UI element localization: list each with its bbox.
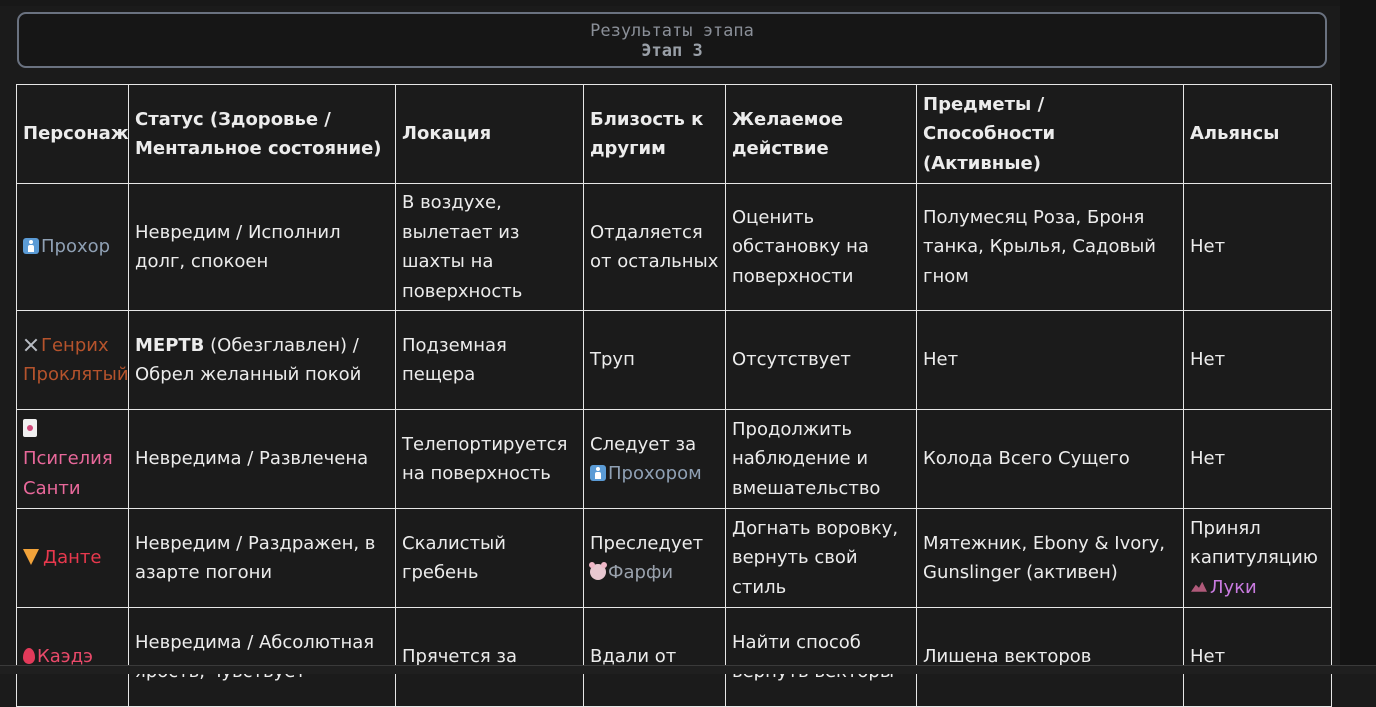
stage-results-header: Результаты этапа Этап 3 xyxy=(17,12,1327,68)
items-cell: Лишена векторов xyxy=(916,607,1184,707)
items-cell: Нет xyxy=(916,310,1184,410)
mouse-icon xyxy=(589,562,607,580)
person-icon xyxy=(23,238,39,255)
location-cell: Подземная пещера xyxy=(395,310,584,410)
crossed-swords-icon xyxy=(23,337,39,353)
header-stage: Этап 3 xyxy=(641,41,703,61)
character-name: Псигелия Санти xyxy=(23,448,113,499)
items-cell: Полумесяц Роза, Броня танка, Крылья, Сад… xyxy=(916,183,1184,311)
table-row: Данте Невредим / Раздражен, в азарте пог… xyxy=(16,508,1332,608)
proximity-text: Преследует xyxy=(590,532,704,554)
column-header-alliances: Альянсы xyxy=(1183,84,1332,184)
pizza-icon xyxy=(23,549,39,566)
character-cell: Прохор xyxy=(16,183,129,311)
alliance-target-name: Луки xyxy=(1210,576,1257,598)
column-header-character: Персонаж xyxy=(16,84,129,184)
table-row: Прохор Невредим / Исполнил долг, спокоен… xyxy=(16,183,1332,311)
action-cell: Оценить обстановку на поверхности xyxy=(725,183,917,311)
action-cell: Отсутствует xyxy=(725,310,917,410)
location-cell: В воздухе, вылетает из шахты на поверхно… xyxy=(395,183,584,311)
proximity-target-name: Прохором xyxy=(608,463,702,484)
column-header-location: Локация xyxy=(395,84,584,184)
column-header-action: Желаемое действие xyxy=(725,84,917,184)
proximity-cell: Преследует Фарфи xyxy=(583,508,726,608)
action-cell: Продолжить наблюдение и вмешательство xyxy=(725,409,917,509)
character-cell: Каэдэ xyxy=(16,607,129,707)
character-cell: Данте xyxy=(16,508,129,608)
status-dead-label: МЕРТВ xyxy=(135,334,205,356)
card-icon xyxy=(23,418,37,437)
top-toolbar-strip xyxy=(0,0,1376,6)
results-table: Персонаж Статус (Здоровье / Ментальное с… xyxy=(16,84,1332,707)
proximity-cell: Вдали от xyxy=(583,607,726,707)
items-cell: Мятежник, Ebony & Ivory, Gunslinger (акт… xyxy=(916,508,1184,608)
location-cell: Телепортируется на поверхность xyxy=(395,409,584,509)
alliances-cell: Нет xyxy=(1183,607,1332,707)
alliances-cell: Принял капитуляцию Луки xyxy=(1183,508,1332,608)
status-cell: МЕРТВ (Обезглавлен) / Обрел желанный пок… xyxy=(128,310,396,410)
table-row: Генрих Проклятый МЕРТВ (Обезглавлен) / О… xyxy=(16,310,1332,410)
proximity-cell: Труп xyxy=(583,310,726,410)
action-cell: Догнать воровку, вернуть свой стиль xyxy=(725,508,917,608)
person-icon xyxy=(590,465,606,481)
character-cell: Генрих Проклятый xyxy=(16,310,129,410)
alliances-cell: Нет xyxy=(1183,310,1332,410)
status-cell: Невредима / Развлечена xyxy=(128,409,396,509)
proximity-cell: Отдаляется от остальных xyxy=(583,183,726,311)
action-cell: Найти способ вернуть векторы xyxy=(725,607,917,707)
location-cell: Скалистый гребень xyxy=(395,508,584,608)
column-header-proximity: Близость к другим xyxy=(583,84,726,184)
status-cell: Невредим / Исполнил долг, спокоен xyxy=(128,183,396,311)
proximity-text: Следует за xyxy=(590,433,697,455)
table-row: Каэдэ Невредима / Абсолютная ярость, чув… xyxy=(16,607,1332,707)
character-name: Прохор xyxy=(41,236,111,258)
character-cell: Псигелия Санти xyxy=(16,409,129,509)
character-name: Данте xyxy=(43,547,102,569)
right-scroll-area xyxy=(1340,0,1376,673)
column-header-items: Предметы / Способности (Активные) xyxy=(916,84,1184,184)
drop-icon xyxy=(23,648,35,665)
header-title: Результаты этапа xyxy=(590,21,754,41)
proximity-target-name: Фарфи xyxy=(608,562,674,583)
items-cell: Колода Всего Сущего xyxy=(916,409,1184,509)
column-header-status: Статус (Здоровье / Ментальное состояние) xyxy=(128,84,396,184)
dragon-icon xyxy=(1190,579,1208,595)
table-header-row: Персонаж Статус (Здоровье / Ментальное с… xyxy=(16,84,1332,184)
alliances-cell: Нет xyxy=(1183,409,1332,509)
table-row: Псигелия Санти Невредима / Развлечена Те… xyxy=(16,409,1332,509)
proximity-cell: Следует за Прохором xyxy=(583,409,726,509)
status-cell: Невредима / Абсолютная ярость, чувствует xyxy=(128,607,396,707)
alliances-cell: Нет xyxy=(1183,183,1332,311)
alliance-text: Принял капитуляцию xyxy=(1190,517,1318,569)
status-cell: Невредим / Раздражен, в азарте погони xyxy=(128,508,396,608)
location-cell: Прячется за xyxy=(395,607,584,707)
